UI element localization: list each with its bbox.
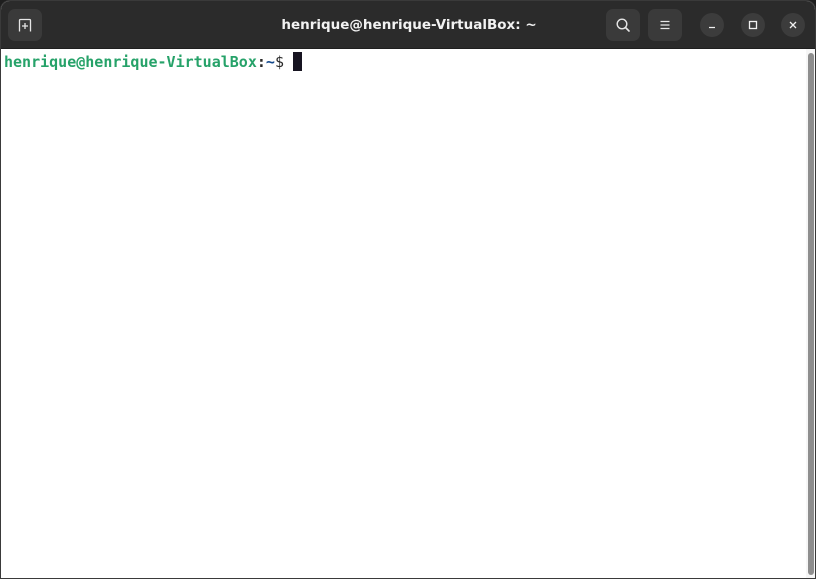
new-tab-button[interactable] <box>8 9 42 41</box>
prompt-line: henrique@henrique-VirtualBox:~$ <box>4 52 302 72</box>
search-icon <box>616 18 630 32</box>
prompt-separator: : <box>256 53 266 71</box>
maximize-icon <box>748 20 758 30</box>
header-bar: henrique@henrique-VirtualBox: ~ <box>1 1 815 49</box>
minimize-icon <box>709 26 715 29</box>
vertical-scrollbar[interactable] <box>806 49 815 578</box>
minimize-button[interactable] <box>700 13 724 37</box>
prompt-symbol: $ <box>274 53 284 71</box>
maximize-button[interactable] <box>741 13 765 37</box>
search-button[interactable] <box>606 9 640 41</box>
window-title: henrique@henrique-VirtualBox: ~ <box>281 17 537 33</box>
new-tab-icon <box>18 18 32 32</box>
terminal-output-area[interactable]: henrique@henrique-VirtualBox:~$ <box>1 49 806 578</box>
text-cursor <box>292 52 302 71</box>
scrollbar-thumb[interactable] <box>808 53 814 575</box>
terminal-window: henrique@henrique-VirtualBox: ~ henrique… <box>0 0 816 579</box>
close-button[interactable] <box>781 13 805 37</box>
close-icon <box>789 21 797 29</box>
prompt-path: ~ <box>265 53 275 71</box>
prompt-user-host: henrique@henrique-VirtualBox <box>4 53 257 71</box>
hamburger-menu-icon <box>660 20 670 30</box>
menu-button[interactable] <box>648 9 682 41</box>
